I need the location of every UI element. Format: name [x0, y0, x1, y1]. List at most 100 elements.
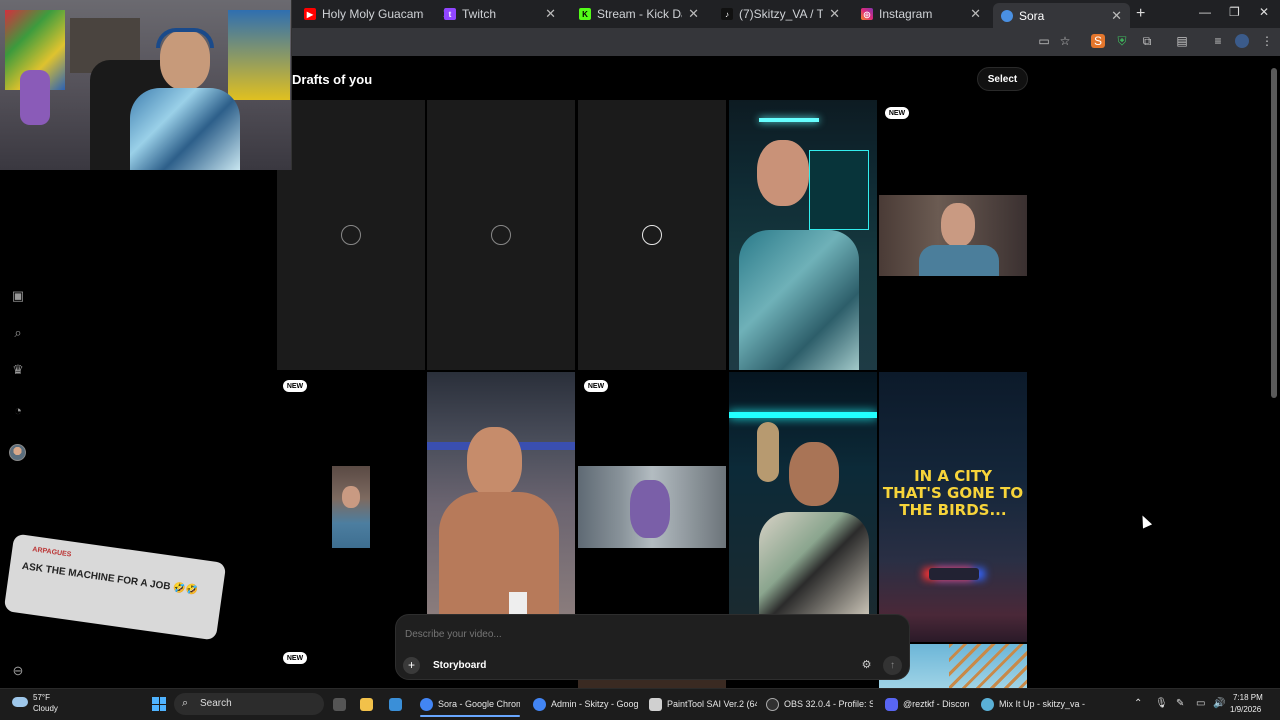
taskbar-app-chrome-admin[interactable]: Admin - Skitzy - Googl	[533, 697, 638, 711]
taskbar-app-discord[interactable]: @reztkf - Discord	[885, 697, 969, 711]
tab-youtube[interactable]: ▶ Holy Moly Guacamole - Yo	[296, 3, 432, 25]
taskbar-app-label: OBS 32.0.4 - Profile: Str	[784, 699, 873, 709]
tray-overflow-icon[interactable]: ⌃	[1134, 698, 1142, 709]
rope-net	[949, 644, 1027, 688]
draft-video-thumbnail[interactable]	[729, 100, 877, 370]
photos-icon[interactable]	[389, 697, 403, 711]
profile-icon[interactable]	[1235, 34, 1249, 48]
menu-icon[interactable]: ⋮	[1260, 34, 1274, 48]
chrome-icon	[420, 697, 433, 711]
headset	[156, 28, 214, 48]
tab-title: Holy Moly Guacamole - Yo	[322, 7, 424, 21]
volume-icon[interactable]: 🔊	[1213, 698, 1225, 709]
clock-date[interactable]: 1/9/2026	[1230, 705, 1261, 714]
trophy-icon[interactable]: ♛	[10, 362, 26, 378]
plush-toy	[20, 70, 50, 125]
shield-icon[interactable]: ⛨	[1115, 34, 1129, 48]
maximize-button[interactable]: ❐	[1229, 5, 1240, 19]
close-icon[interactable]: ✕	[1111, 8, 1122, 24]
profile-avatar[interactable]	[9, 444, 26, 461]
sliders-icon[interactable]: ⚙	[858, 657, 875, 674]
windows-start-icon[interactable]	[152, 697, 166, 711]
extensions-puzzle-icon[interactable]: ⧉	[1140, 34, 1154, 48]
bookmark-star-icon[interactable]: ☆	[1058, 34, 1072, 48]
draft-loading-card[interactable]	[578, 100, 726, 370]
tab-sora[interactable]: Sora ✕	[993, 3, 1130, 28]
add-attachment-button[interactable]: +	[403, 657, 420, 674]
tab-twitch[interactable]: t Twitch ✕	[436, 3, 564, 25]
draft-video-thumbnail[interactable]	[729, 372, 877, 614]
home-icon[interactable]: ▣	[10, 288, 26, 304]
taskbar-app-label: PaintTool SAI Ver.2 (64	[667, 699, 757, 709]
draft-video-thumbnail[interactable]: NEW	[578, 372, 726, 614]
weather-temperature[interactable]: 57°F	[33, 693, 50, 702]
close-icon[interactable]: ✕	[970, 6, 981, 22]
file-explorer-icon[interactable]	[360, 697, 374, 711]
close-window-button[interactable]: ✕	[1259, 5, 1269, 19]
search-icon[interactable]: ⌕	[10, 325, 26, 341]
weather-condition[interactable]: Cloudy	[33, 704, 58, 713]
tab-title: (7)Skitzy_VA / Twitch and	[739, 7, 824, 21]
tab-title: Sora	[1019, 8, 1045, 23]
tab-instagram[interactable]: ◎ Instagram ✕	[853, 3, 989, 25]
close-icon[interactable]: ✕	[688, 6, 699, 22]
taskbar-app-chrome-sora[interactable]: Sora - Google Chrome	[420, 697, 520, 711]
taskbar-app-label: Admin - Skitzy - Googl	[551, 699, 638, 709]
obs-icon	[766, 697, 779, 711]
draft-video-thumbnail[interactable]	[427, 372, 575, 614]
extension-icon[interactable]: S	[1091, 34, 1105, 48]
draft-video-thumbnail[interactable]: NEW	[277, 372, 425, 614]
sora-icon	[1001, 9, 1013, 22]
person-face	[789, 442, 839, 506]
painttool-icon	[649, 697, 662, 711]
send-button[interactable]: ↑	[883, 656, 902, 675]
close-icon[interactable]: ✕	[829, 6, 840, 22]
chrome-icon	[533, 697, 546, 711]
loading-spinner-icon	[341, 225, 361, 245]
clock-time[interactable]: 7:18 PM	[1233, 693, 1263, 702]
close-icon[interactable]: ✕	[545, 6, 556, 22]
describe-video-input[interactable]	[405, 629, 875, 640]
tab-tiktok[interactable]: ♪ (7)Skitzy_VA / Twitch and ✕	[713, 3, 848, 25]
poster-title: IN A CITY THAT'S GONE TO THE BIRDS...	[882, 467, 1024, 519]
person-shirt	[739, 230, 859, 370]
instagram-icon: ◎	[861, 8, 873, 20]
person-face	[467, 427, 522, 497]
taskbar-search[interactable]	[174, 693, 324, 715]
draft-video-thumbnail[interactable]: IN A CITY THAT'S GONE TO THE BIRDS...	[879, 372, 1027, 642]
draft-loading-card[interactable]	[277, 100, 425, 370]
media-icon[interactable]: ≡	[1211, 34, 1225, 48]
youtube-icon: ▶	[304, 8, 316, 20]
new-badge: NEW	[885, 107, 909, 119]
pen-icon[interactable]: ✎	[1176, 698, 1184, 709]
cast-icon[interactable]: ▭	[1037, 34, 1051, 48]
sidepanel-icon[interactable]: ▤	[1175, 34, 1189, 48]
giant-figure	[630, 480, 670, 538]
draft-video-thumbnail[interactable]: NEW	[879, 100, 1027, 370]
person-shirt	[759, 512, 869, 614]
video-frame	[332, 466, 370, 548]
person-shirt	[919, 245, 999, 276]
bell-icon[interactable]: ◔	[10, 403, 26, 419]
tab-title: Instagram	[879, 7, 933, 21]
select-button[interactable]: Select	[977, 67, 1028, 91]
scrollbar[interactable]	[1271, 68, 1277, 398]
settings-icon[interactable]: ⊖	[10, 663, 26, 679]
person-face	[757, 140, 809, 206]
microphone	[757, 422, 779, 482]
new-badge: NEW	[283, 652, 307, 664]
microphone-icon[interactable]: 🎙	[1155, 698, 1168, 709]
taskbar-app-painttool[interactable]: PaintTool SAI Ver.2 (64	[649, 697, 757, 711]
taskbar-app-obs[interactable]: OBS 32.0.4 - Profile: Str	[766, 697, 873, 711]
minimize-button[interactable]: —	[1199, 5, 1211, 19]
new-tab-button[interactable]: +	[1136, 5, 1145, 23]
network-icon[interactable]: ▭	[1196, 698, 1205, 709]
draft-loading-card[interactable]	[427, 100, 575, 370]
taskbar-app-mixitup[interactable]: Mix It Up - skitzy_va - v	[981, 697, 1086, 711]
draft-video-thumbnail[interactable]	[578, 680, 726, 688]
tab-kick[interactable]: K Stream - Kick Dashboard ✕	[571, 3, 707, 25]
task-view-icon[interactable]	[333, 697, 347, 711]
police-car	[929, 568, 979, 580]
storyboard-button[interactable]: Storyboard	[427, 657, 492, 674]
video-frame	[879, 195, 1027, 276]
